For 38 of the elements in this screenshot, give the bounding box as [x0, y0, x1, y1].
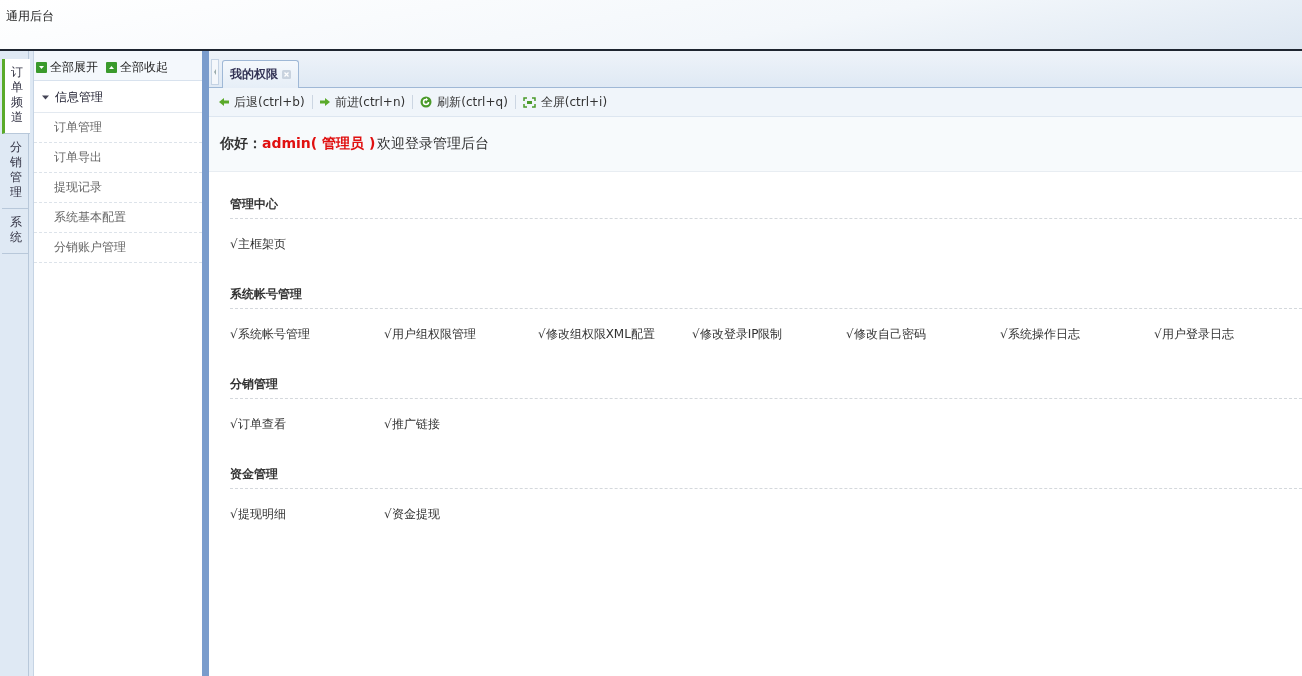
splitter-bar[interactable] — [202, 51, 209, 676]
forward-button[interactable]: 前进(ctrl+n) — [317, 93, 408, 111]
channel-tab[interactable]: 分销管理 — [2, 134, 29, 209]
left-arrow-icon — [219, 97, 229, 107]
expand-all-button[interactable]: 全部展开 — [36, 59, 98, 76]
welcome-message: 欢迎登录管理后台 — [377, 135, 490, 153]
refresh-button[interactable]: 刷新(ctrl+q) — [418, 93, 510, 111]
permission-link[interactable]: √用户登录日志 — [1154, 326, 1302, 343]
scroll-left-icon[interactable] — [211, 59, 219, 85]
app-title: 通用后台 — [6, 9, 54, 23]
permission-link[interactable]: √推广链接 — [384, 416, 538, 433]
collapse-all-button[interactable]: 全部收起 — [106, 59, 168, 76]
channel-tab[interactable]: 订单频道 — [2, 59, 30, 134]
fullscreen-button[interactable]: 全屏(ctrl+i) — [520, 93, 610, 111]
permission-link[interactable]: √主框架页 — [230, 236, 384, 253]
channel-tab[interactable]: 系统 — [2, 209, 29, 254]
right-arrow-icon — [319, 97, 330, 107]
section-title: 管理中心 — [230, 186, 1302, 219]
permission-link[interactable]: √修改组权限XML配置 — [538, 326, 692, 343]
permission-link[interactable]: √提现明细 — [230, 506, 384, 523]
user-name: admin( 管理员 ) — [262, 135, 376, 153]
permission-link[interactable]: √资金提现 — [384, 506, 538, 523]
page-tab[interactable]: 我的权限 — [222, 60, 299, 88]
permission-link[interactable]: √系统帐号管理 — [230, 326, 384, 343]
caret-down-icon — [42, 94, 49, 101]
permission-link[interactable]: √用户组权限管理 — [384, 326, 538, 343]
fullscreen-icon — [522, 96, 536, 108]
section-title: 资金管理 — [230, 456, 1302, 489]
permission-link[interactable]: √订单查看 — [230, 416, 384, 433]
greeting-label: 你好： — [220, 135, 262, 153]
permission-link[interactable]: √修改自己密码 — [846, 326, 1000, 343]
permission-link[interactable]: √修改登录IP限制 — [692, 326, 846, 343]
section-title: 分销管理 — [230, 366, 1302, 399]
section-title: 系统帐号管理 — [230, 276, 1302, 309]
close-icon[interactable] — [282, 70, 291, 79]
refresh-icon — [420, 96, 433, 108]
back-button[interactable]: 后退(ctrl+b) — [217, 93, 307, 111]
permission-link[interactable]: √系统操作日志 — [1000, 326, 1154, 343]
